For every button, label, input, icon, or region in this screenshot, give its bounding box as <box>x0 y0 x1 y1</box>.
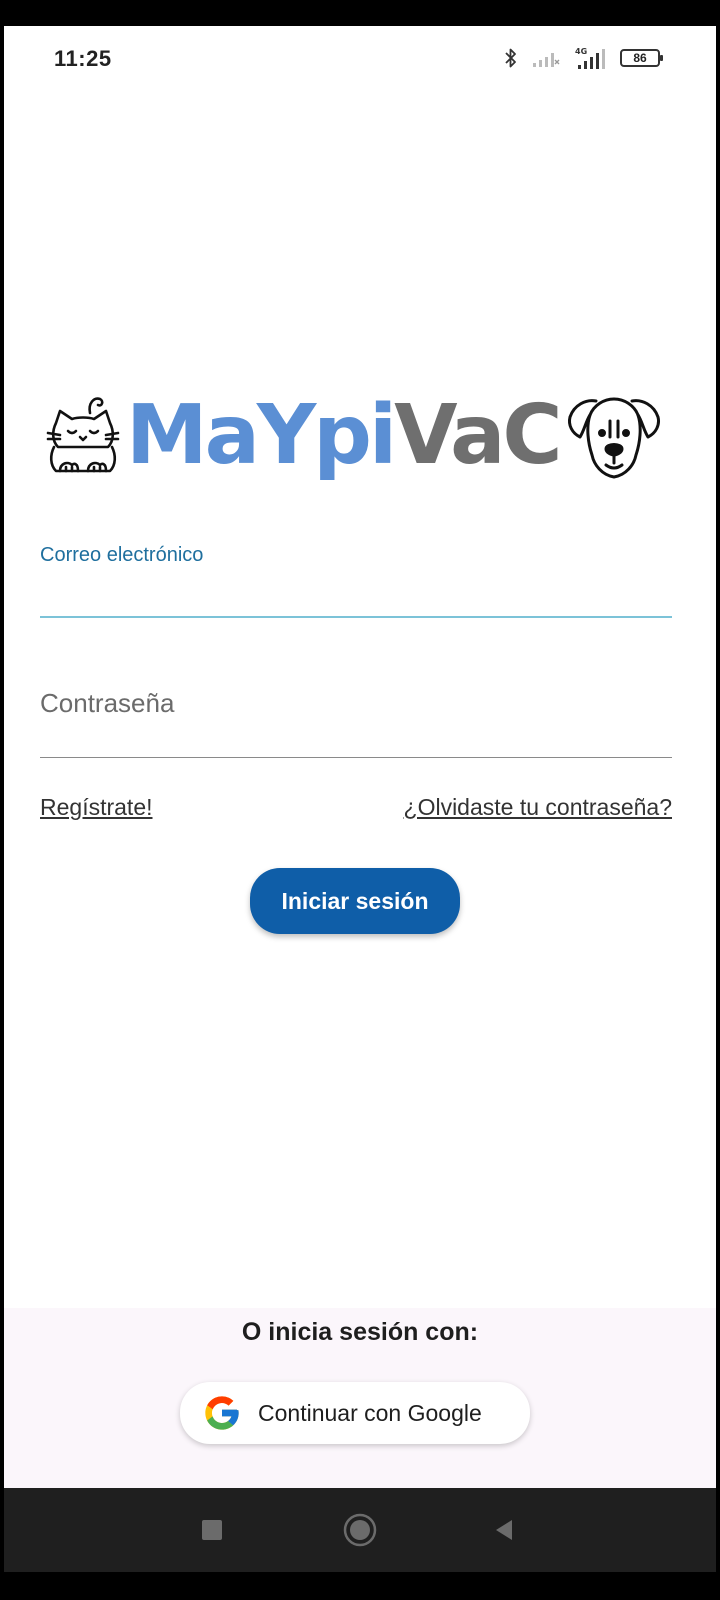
password-placeholder: Contraseña <box>40 688 175 718</box>
forgot-password-link[interactable]: ¿Olvidaste tu contraseña? <box>404 794 672 821</box>
phone-frame: 11:25 4G 86 MaYpiVaC Correo electrónico … <box>0 0 720 1600</box>
email-field[interactable]: Correo electrónico <box>40 526 672 618</box>
back-icon[interactable] <box>484 1510 524 1550</box>
home-icon[interactable] <box>340 1510 380 1550</box>
battery-icon: 86 <box>620 49 663 67</box>
login-button[interactable]: Iniciar sesión <box>250 868 460 934</box>
logo-text: MaYpiVaC <box>126 395 563 477</box>
email-label: Correo electrónico <box>40 544 204 566</box>
status-bar: 11:25 4G 86 <box>4 26 716 90</box>
signal-4g-icon: 4G <box>575 47 605 69</box>
bluetooth-icon <box>505 48 516 68</box>
system-nav-bar <box>4 1488 716 1572</box>
app-screen: 11:25 4G 86 MaYpiVaC Correo electrónico … <box>4 26 716 1488</box>
password-underline <box>40 757 672 758</box>
svg-text:4G: 4G <box>575 47 587 56</box>
register-link[interactable]: Regístrate! <box>40 794 153 821</box>
recent-apps-icon[interactable] <box>192 1510 232 1550</box>
status-time: 11:25 <box>54 46 112 71</box>
alt-login-heading: O inicia sesión con: <box>241 1318 479 1346</box>
password-field[interactable]: Contraseña <box>40 666 672 758</box>
logo-text-gray: VaC <box>394 388 562 483</box>
google-icon <box>205 1396 239 1430</box>
cat-icon <box>46 397 120 473</box>
google-login-button[interactable]: Continuar con Google <box>180 1382 530 1444</box>
status-icons: 4G 86 <box>502 44 663 72</box>
alt-login-panel: O inicia sesión con: Continuar con Googl… <box>4 1308 716 1488</box>
google-button-label: Continuar con Google <box>258 1399 482 1426</box>
dog-icon <box>567 397 660 479</box>
logo-text-blue: MaYpi <box>126 388 397 483</box>
email-underline <box>40 616 672 618</box>
signal-icon <box>533 53 560 67</box>
app-logo: MaYpiVaC <box>44 386 684 486</box>
